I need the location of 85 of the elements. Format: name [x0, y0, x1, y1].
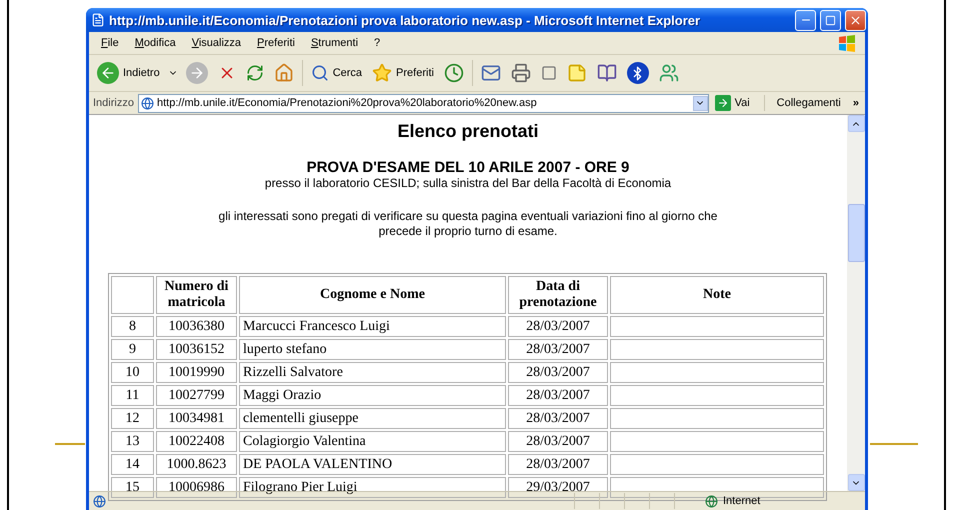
menu-item[interactable]: Preferiti — [249, 37, 303, 49]
table-cell: 14 — [111, 454, 154, 475]
dropdown-button[interactable] — [692, 96, 708, 110]
table-cell: Filograno Pier Luigi — [239, 477, 506, 498]
table-cell: 28/03/2007 — [508, 316, 608, 337]
table-cell: DE PAOLA VALENTINO — [239, 454, 506, 475]
table-cell: Rizzelli Salvatore — [239, 362, 506, 383]
links-label[interactable]: Collegamenti — [768, 97, 841, 109]
address-label: Indirizzo — [93, 97, 134, 109]
forward-arrow-icon — [188, 65, 205, 81]
notice-text: gli interessati sono pregati di verificare su questa pagina eventuali variazioni fino al giorno che precede il proprio turno di esame. — [218, 209, 718, 239]
window-title: http://mb.unile.it/Economia/Prenotazioni prova laboratorio new.asp - Microsoft Internet Explorer — [109, 12, 702, 28]
people-icon — [658, 63, 679, 83]
table-cell: 10027799 — [156, 385, 237, 406]
table-header: Note — [610, 276, 824, 314]
favorites-button[interactable]: Preferiti — [370, 61, 436, 85]
note-icon — [566, 63, 587, 83]
table-cell: 10006986 — [156, 477, 237, 498]
table-cell: luperto stefano — [239, 339, 506, 360]
book-icon — [596, 63, 617, 83]
square-icon — [540, 65, 557, 81]
page-icon — [140, 96, 154, 110]
table-header: Cognome e Nome — [239, 276, 506, 314]
table-cell: 28/03/2007 — [508, 385, 608, 406]
slide-rule — [870, 443, 918, 445]
maximize-icon — [825, 14, 836, 26]
table-cell: 8 — [111, 316, 154, 337]
table-cell: 15 — [111, 477, 154, 498]
table-cell: 28/03/2007 — [508, 339, 608, 360]
maximize-button[interactable] — [820, 10, 841, 30]
mail-icon — [480, 63, 501, 83]
table-cell: 10036380 — [156, 316, 237, 337]
table-cell: Maggi Orazio — [239, 385, 506, 406]
minimize-button[interactable] — [795, 10, 816, 30]
table-cell: 29/03/2007 — [508, 477, 608, 498]
table-cell: 1000.8623 — [156, 454, 237, 475]
go-button[interactable]: Vai — [712, 95, 765, 111]
table-cell: 10 — [111, 362, 154, 383]
search-button[interactable]: Cerca — [308, 62, 364, 84]
globe-icon — [705, 494, 718, 508]
table-cell: 9 — [111, 339, 154, 360]
table-cell: 11 — [111, 385, 154, 406]
printer-icon — [510, 63, 531, 83]
page-icon — [91, 13, 105, 27]
table-cell: 10019990 — [156, 362, 237, 383]
close-icon — [849, 14, 862, 26]
table-cell: 10034981 — [156, 408, 237, 429]
home-icon — [274, 63, 294, 83]
table-cell: 12 — [111, 408, 154, 429]
menu-item[interactable]: Strumenti — [302, 37, 366, 49]
table-cell: 28/03/2007 — [508, 454, 608, 475]
history-icon — [444, 63, 464, 83]
menu-item[interactable]: ? — [366, 37, 388, 49]
search-icon — [310, 64, 329, 82]
exam-heading: PROVA D'ESAME DEL 10 ARILE 2007 - ORE 9 — [306, 159, 630, 176]
table-cell: 28/03/2007 — [508, 431, 608, 452]
go-arrow-icon — [716, 97, 729, 109]
table-cell: 13 — [111, 431, 154, 452]
table-header — [111, 276, 154, 314]
windows-flag-icon — [837, 34, 857, 52]
address-field[interactable]: http://mb.unile.it/Economia/Prenotazioni%20prova%20laboratorio%20new.asp — [138, 94, 709, 112]
scrollbar[interactable] — [847, 115, 865, 491]
scroll-thumb[interactable] — [848, 204, 864, 262]
table-header: Data di prenotazione — [508, 276, 608, 314]
table-cell: 10022408 — [156, 431, 237, 452]
menu-item[interactable]: Visualizza — [184, 37, 250, 49]
star-icon — [372, 63, 392, 83]
refresh-icon — [246, 64, 264, 82]
page-icon — [93, 494, 106, 508]
table-cell: 28/03/2007 — [508, 362, 608, 383]
menu-item[interactable]: File — [93, 37, 127, 49]
menu-item[interactable]: Modifica — [126, 37, 184, 49]
close-button[interactable] — [845, 10, 866, 30]
slide-rule — [55, 443, 85, 445]
zone-text: Internet — [723, 495, 760, 507]
table-cell: 10036152 — [156, 339, 237, 360]
table-cell: Colagiorgio Valentina — [239, 431, 506, 452]
table-cell: clementelli giuseppe — [239, 408, 506, 429]
table-header: Numero di matricola — [156, 276, 237, 314]
location-text: presso il laboratorio CESILD; sulla sinistra del Bar della Facoltà di Economia — [264, 176, 672, 190]
table-cell: Marcucci Francesco Luigi — [239, 316, 506, 337]
back-button[interactable]: Indietro — [95, 60, 162, 86]
more-links[interactable]: » — [844, 97, 861, 109]
page-title: Elenco prenotati — [397, 121, 539, 142]
table-cell: 28/03/2007 — [508, 408, 608, 429]
